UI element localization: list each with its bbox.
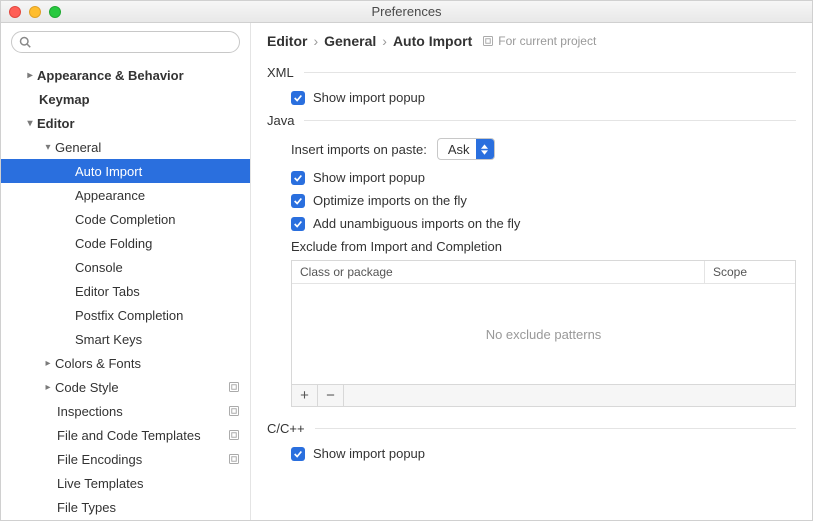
crumb-editor[interactable]: Editor: [267, 33, 307, 49]
sidebar-item-smart-keys[interactable]: Smart Keys: [1, 327, 250, 351]
section-cpp: C/C++: [267, 421, 796, 436]
sidebar-item-file-types[interactable]: File Types: [1, 495, 250, 519]
window-title: Preferences: [1, 4, 812, 19]
sidebar-item-label: Console: [75, 260, 250, 275]
sidebar-item-label: Postfix Completion: [75, 308, 250, 323]
sidebar-item-label: Code Style: [55, 380, 228, 395]
sidebar-item-editor[interactable]: Editor: [1, 111, 250, 135]
checkbox-checked-icon: [291, 217, 305, 231]
sidebar-item-label: Smart Keys: [75, 332, 250, 347]
sidebar-item-code-folding[interactable]: Code Folding: [1, 231, 250, 255]
sidebar-item-label: Auto Import: [75, 164, 250, 179]
section-title: C/C++: [267, 421, 305, 436]
sidebar-item-label: File and Code Templates: [57, 428, 228, 443]
sidebar-item-auto-import[interactable]: Auto Import: [1, 159, 250, 183]
sidebar-item-keymap[interactable]: Keymap: [1, 87, 250, 111]
checkbox-label: Show import popup: [313, 170, 425, 185]
sidebar-item-inspections[interactable]: Inspections: [1, 399, 250, 423]
sidebar-item-label: Keymap: [39, 92, 250, 107]
sidebar-item-label: Colors & Fonts: [55, 356, 250, 371]
exclude-table: Class or package Scope No exclude patter…: [291, 260, 796, 385]
sidebar-tree: Appearance & Behavior Keymap Editor General…: [1, 61, 250, 520]
sidebar-item-label: File Types: [57, 500, 250, 515]
paste-mode-label: Insert imports on paste:: [291, 142, 427, 157]
cpp-show-popup-checkbox[interactable]: Show import popup: [291, 446, 796, 461]
checkbox-checked-icon: [291, 91, 305, 105]
project-icon: [482, 35, 494, 47]
xml-show-popup-checkbox[interactable]: Show import popup: [291, 90, 796, 105]
checkbox-checked-icon: [291, 447, 305, 461]
chevron-down-icon[interactable]: [41, 142, 55, 153]
checkbox-checked-icon: [291, 194, 305, 208]
chevron-right-icon[interactable]: [23, 70, 37, 81]
sidebar-item-live-templates[interactable]: Live Templates: [1, 471, 250, 495]
crumb-general[interactable]: General: [324, 33, 376, 49]
sidebar-item-code-style[interactable]: Code Style: [1, 375, 250, 399]
sidebar-item-code-completion[interactable]: Code Completion: [1, 207, 250, 231]
section-xml: XML: [267, 65, 796, 80]
sidebar-item-label: Code Folding: [75, 236, 250, 251]
breadcrumb: Editor › General › Auto Import For curre…: [267, 33, 796, 49]
java-show-popup-checkbox[interactable]: Show import popup: [291, 170, 796, 185]
crumb-auto-import: Auto Import: [393, 33, 472, 49]
column-header-class[interactable]: Class or package: [292, 261, 705, 283]
column-header-scope[interactable]: Scope: [705, 261, 795, 283]
sidebar-item-label: Inspections: [57, 404, 228, 419]
sidebar-item-label: Editor Tabs: [75, 284, 250, 299]
section-title: Java: [267, 113, 294, 128]
chevron-right-icon[interactable]: [41, 358, 55, 369]
sidebar-item-label: Live Templates: [57, 476, 250, 491]
checkbox-label: Add unambiguous imports on the fly: [313, 216, 520, 231]
sidebar: Appearance & Behavior Keymap Editor General…: [1, 23, 251, 520]
sidebar-item-label: Code Completion: [75, 212, 250, 227]
select-stepper-icon: [476, 139, 494, 159]
titlebar: Preferences: [1, 1, 812, 23]
project-icon: [228, 405, 240, 417]
chevron-right-icon: ›: [313, 33, 318, 49]
section-title: XML: [267, 65, 294, 80]
sidebar-item-label: Appearance & Behavior: [37, 68, 250, 83]
search-icon: [19, 36, 31, 48]
sidebar-item-file-encodings[interactable]: File Encodings: [1, 447, 250, 471]
content-panel: Editor › General › Auto Import For curre…: [251, 23, 812, 520]
java-unambiguous-checkbox[interactable]: Add unambiguous imports on the fly: [291, 216, 796, 231]
project-icon: [228, 429, 240, 441]
checkbox-label: Optimize imports on the fly: [313, 193, 467, 208]
sidebar-item-appearance[interactable]: Appearance: [1, 183, 250, 207]
select-value: Ask: [448, 142, 476, 157]
sidebar-item-label: Editor: [37, 116, 250, 131]
section-java: Java: [267, 113, 796, 128]
sidebar-item-editor-tabs[interactable]: Editor Tabs: [1, 279, 250, 303]
sidebar-item-label: General: [55, 140, 250, 155]
sidebar-item-colors-fonts[interactable]: Colors & Fonts: [1, 351, 250, 375]
project-icon: [228, 453, 240, 465]
paste-mode-select[interactable]: Ask: [437, 138, 495, 160]
add-button[interactable]: +: [292, 385, 318, 406]
checkbox-checked-icon: [291, 171, 305, 185]
sidebar-item-general[interactable]: General: [1, 135, 250, 159]
chevron-right-icon: ›: [382, 33, 387, 49]
project-icon: [228, 381, 240, 393]
sidebar-item-label: Appearance: [75, 188, 250, 203]
sidebar-item-console[interactable]: Console: [1, 255, 250, 279]
checkbox-label: Show import popup: [313, 446, 425, 461]
project-scope-label: For current project: [498, 34, 596, 48]
checkbox-label: Show import popup: [313, 90, 425, 105]
chevron-down-icon[interactable]: [23, 118, 37, 129]
sidebar-item-file-and-code-templates[interactable]: File and Code Templates: [1, 423, 250, 447]
chevron-right-icon[interactable]: [41, 382, 55, 393]
table-empty-text: No exclude patterns: [292, 284, 795, 384]
exclude-heading: Exclude from Import and Completion: [291, 239, 796, 254]
search-input[interactable]: [11, 31, 240, 53]
sidebar-item-appearance-behavior[interactable]: Appearance & Behavior: [1, 63, 250, 87]
sidebar-item-postfix-completion[interactable]: Postfix Completion: [1, 303, 250, 327]
java-optimize-checkbox[interactable]: Optimize imports on the fly: [291, 193, 796, 208]
remove-button[interactable]: −: [318, 385, 344, 406]
sidebar-item-label: File Encodings: [57, 452, 228, 467]
